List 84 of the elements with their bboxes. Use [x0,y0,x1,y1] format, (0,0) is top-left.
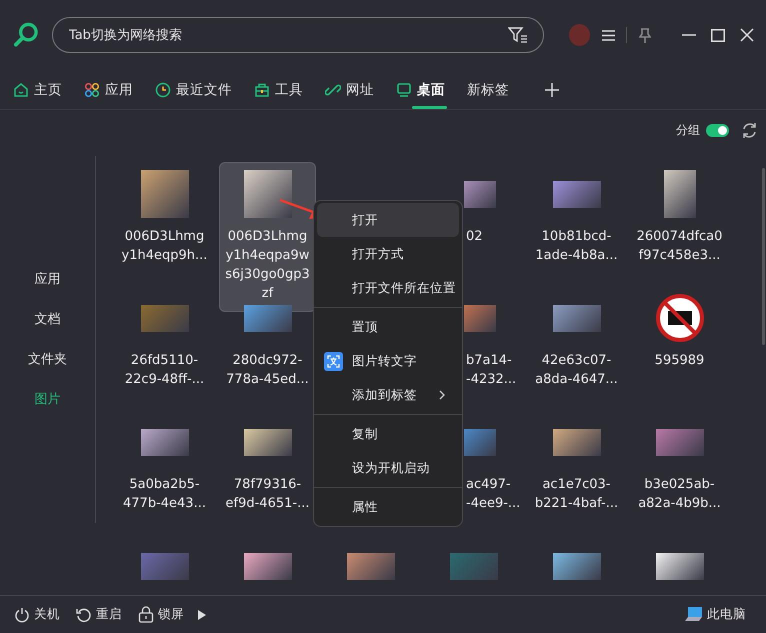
file-name: 02 [466,228,483,246]
file-name: 5a0ba2b5- 477b-4e43... [123,476,206,513]
tab[interactable]: 最近文件 [155,70,232,110]
file-name: 260074dfca0 f97c458e3... [636,228,722,265]
tab[interactable]: 网址 [325,70,374,110]
photo-placeholder [244,170,292,218]
footer-button[interactable]: 锁屏 [138,606,184,623]
clock-icon [155,82,171,98]
this-pc-button[interactable]: 此电脑 [685,606,746,623]
menu-item[interactable]: 复制 [317,417,459,451]
scrollbar[interactable] [762,168,765,345]
photo-placeholder [656,428,704,456]
minimize-icon[interactable] [682,34,696,36]
power-icon [14,606,30,622]
photo-placeholder [244,552,292,580]
play-icon[interactable] [198,610,206,620]
close-icon[interactable] [740,28,754,42]
add-tab-icon[interactable] [545,82,559,96]
file-name: 280dc972- 778a-45ed... [226,352,309,389]
photo-placeholder [552,304,600,332]
file-name: 006D3Lhmg y1h4eqpa9w s6j30go0gp3 zf [225,228,310,303]
group-label: 分组 [676,122,700,138]
file-name: b3e025ab- a82a-4b9b... [638,476,721,513]
menu-item[interactable]: 图片转文字 [317,344,459,378]
computer-icon [685,606,703,623]
pin-icon[interactable] [639,28,651,42]
file-name: 10b81bcd- 1ade-4b8a... [535,228,618,265]
photo-placeholder [450,552,498,580]
refresh-icon[interactable] [741,122,758,138]
photo-placeholder [244,304,292,332]
menu-item[interactable]: 打开方式 [317,237,459,271]
lock-icon [138,606,154,623]
apps-icon [84,82,100,98]
maximize-icon[interactable] [711,28,725,42]
toolbox-icon [254,82,270,98]
file-name: 006D3Lhmg y1h4eqp9h... [122,228,208,265]
menu-item[interactable]: 属性 [317,490,459,524]
file-name: ac497- -4ee9-... [466,476,520,513]
sidebar-item[interactable]: 文档 [34,310,60,329]
file-name: 26fd5110- 22c9-48ff-... [124,352,204,389]
photo-placeholder [346,552,394,580]
file-name: ac1e7c03- b221-4baf-... [534,476,618,513]
file-name: 42e63c07- a8da-4647... [535,352,618,389]
photo-placeholder [664,170,696,218]
file-name: b7a14- -4232... [466,352,516,389]
tab[interactable]: 应用 [84,70,133,110]
tab[interactable]: 桌面 [396,70,445,110]
sidebar-item[interactable]: 图片 [34,390,60,409]
photo-placeholder [552,428,600,456]
file-name: 78f79316- ef9d-4651-... [226,476,310,513]
link-icon [325,82,341,98]
menu-item[interactable]: 添加到标签 [317,378,459,412]
tab[interactable]: 主页 [13,70,62,110]
sidebar-item[interactable]: 应用 [34,270,60,289]
filter-icon[interactable] [508,26,528,44]
home-icon [13,82,29,98]
photo-placeholder [140,552,188,580]
photo-placeholder [552,552,600,580]
tab[interactable]: 新标签 [467,70,509,110]
photo-placeholder [464,428,496,456]
menu-icon[interactable] [602,30,616,40]
monitor-icon [396,82,412,98]
menu-item[interactable]: 打开文件所在位置 [317,271,459,305]
no-sign-image [656,294,704,342]
footer-button[interactable]: 关机 [14,606,60,623]
photo-placeholder [552,180,600,208]
group-toggle[interactable] [706,124,729,136]
search-logo-icon [13,21,40,49]
photo-placeholder [140,304,188,332]
photo-placeholder [244,428,292,456]
photo-placeholder [464,304,496,332]
footer-button[interactable]: 重启 [76,606,122,623]
restart-icon [76,606,92,622]
sidebar-item[interactable]: 文件夹 [28,350,67,369]
search-field[interactable]: Tab切换为网络搜索 [52,17,544,53]
menu-item[interactable]: 设为开机启动 [317,451,459,485]
photo-placeholder [140,170,188,218]
photo-placeholder [464,180,496,208]
tab[interactable]: 工具 [254,70,303,110]
menu-item[interactable]: 置顶 [317,310,459,344]
photo-placeholder [140,428,188,456]
photo-placeholder [656,552,704,580]
file-name: 595989 [654,352,704,370]
menu-item[interactable]: 打开 [317,203,459,237]
